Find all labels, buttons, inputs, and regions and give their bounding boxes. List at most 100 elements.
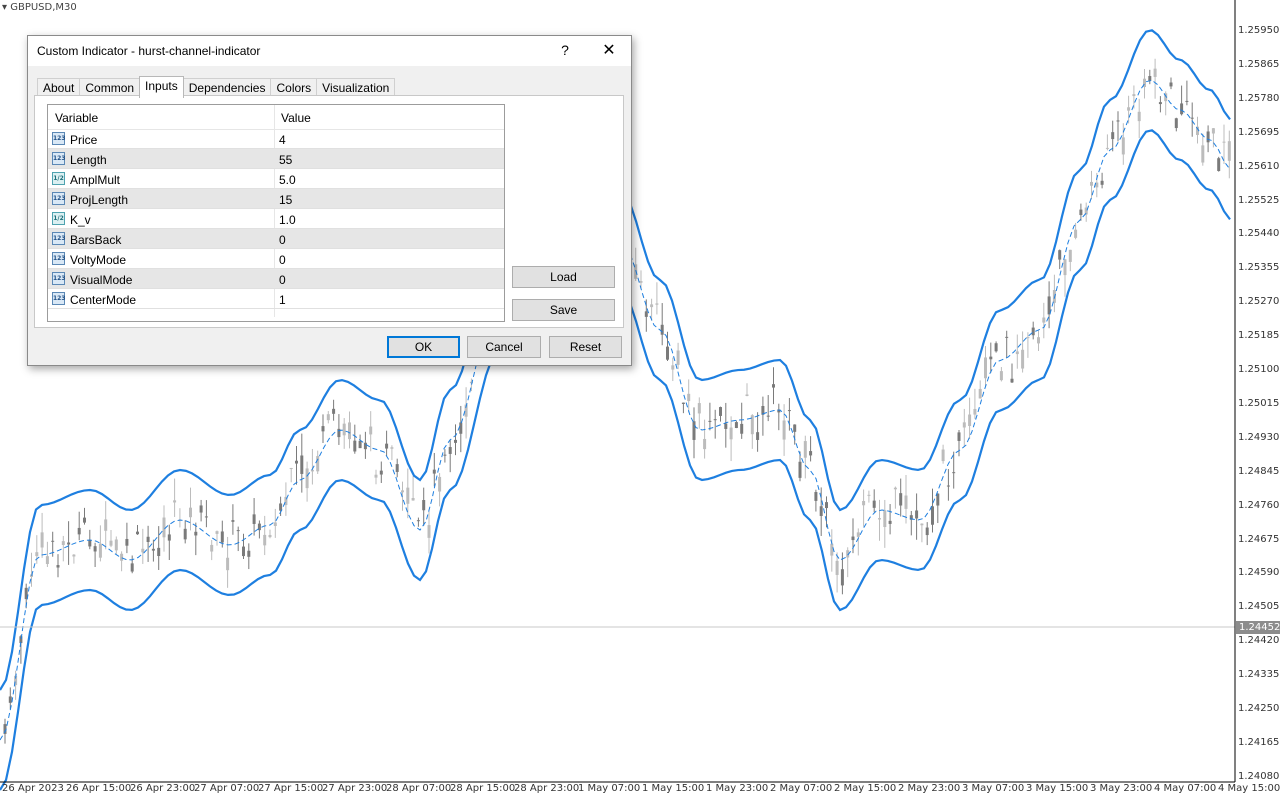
candle-body: [1100, 180, 1104, 185]
time-tick-label: 26 Apr 2023: [2, 783, 64, 794]
candle-body: [316, 456, 320, 472]
param-value[interactable]: 4: [279, 133, 286, 147]
reset-button[interactable]: Reset: [549, 336, 622, 358]
candle-body: [772, 384, 775, 388]
candle-body: [867, 494, 871, 496]
candle-body: [173, 500, 177, 503]
candle-body: [162, 517, 166, 538]
table-row[interactable]: 1/2 AmplMult 5.0: [48, 169, 504, 189]
candle-body: [734, 422, 738, 429]
double-icon: 1/2: [52, 172, 65, 185]
price-tick-label: 1.24845: [1238, 465, 1280, 477]
param-value[interactable]: 15: [279, 193, 292, 207]
price-tick-label: 1.24675: [1238, 533, 1280, 545]
candle-body: [1201, 145, 1205, 163]
candle-body: [416, 520, 420, 522]
param-value[interactable]: 55: [279, 153, 292, 167]
column-header-variable[interactable]: Variable: [55, 111, 98, 125]
close-icon[interactable]: ✕: [600, 40, 618, 60]
candle-body: [438, 476, 442, 492]
candle-body: [1217, 158, 1221, 172]
candle-body: [289, 467, 293, 469]
table-row[interactable]: 123 VisualMode 0: [48, 269, 504, 289]
save-button[interactable]: Save: [512, 299, 615, 321]
candle-body: [999, 371, 1003, 381]
column-header-value[interactable]: Value: [281, 111, 311, 125]
time-tick-label: 28 Apr 07:00: [386, 783, 452, 794]
table-row[interactable]: 1/2 K_v 1.0: [48, 209, 504, 229]
candle-body: [40, 532, 44, 548]
table-row[interactable]: 123 Length 55: [48, 149, 504, 169]
table-row[interactable]: 123 VoltyMode 0: [48, 249, 504, 269]
param-value[interactable]: 0: [279, 253, 286, 267]
price-tick-label: 1.24080: [1238, 770, 1280, 782]
symbol-label: ▾ GBPUSD,M30: [2, 2, 77, 13]
candle-body: [125, 538, 129, 546]
table-row[interactable]: 123 ProjLength 15: [48, 189, 504, 209]
price-tick-label: 1.25015: [1238, 397, 1280, 409]
load-button[interactable]: Load: [512, 266, 615, 288]
time-tick-label: 1 May 23:00: [706, 783, 769, 794]
candle-body: [1015, 351, 1019, 355]
param-value[interactable]: 5.0: [279, 173, 296, 187]
symbol-dropdown-icon[interactable]: ▾: [2, 2, 10, 13]
double-icon: 1/2: [52, 212, 65, 225]
candle-body: [130, 563, 134, 572]
candle-body: [157, 547, 161, 557]
candle-body: [305, 468, 309, 489]
table-row[interactable]: 123 CenterMode 1: [48, 289, 504, 309]
candle-body: [1174, 118, 1178, 129]
candle-body: [931, 506, 934, 525]
dialog-titlebar: Custom Indicator - hurst-channel-indicat…: [28, 36, 631, 66]
candle-body: [1063, 259, 1067, 276]
candle-body: [1153, 68, 1157, 77]
price-tick-label: 1.25100: [1238, 364, 1280, 375]
candle-body: [687, 393, 691, 402]
candle-body: [936, 493, 940, 506]
candle-body: [109, 540, 113, 546]
param-name: Price: [70, 133, 98, 147]
cancel-button[interactable]: Cancel: [467, 336, 541, 358]
table-row[interactable]: 123 BarsBack 0: [48, 229, 504, 249]
param-value[interactable]: 1.0: [279, 213, 296, 227]
int-icon: 123: [52, 272, 66, 285]
price-tick-label: 1.24250: [1238, 703, 1280, 714]
param-value[interactable]: 1: [279, 293, 286, 307]
candle-body: [899, 493, 903, 506]
ok-button[interactable]: OK: [387, 336, 460, 358]
candle-body: [215, 531, 219, 534]
candle-body: [1222, 141, 1226, 143]
candle-body: [973, 408, 977, 415]
candle-body: [35, 552, 39, 557]
candle-body: [369, 426, 373, 435]
candle-body: [385, 443, 389, 449]
help-icon[interactable]: ?: [558, 42, 572, 58]
candle-body: [1090, 181, 1093, 186]
time-tick-label: 2 May 23:00: [898, 783, 961, 794]
param-value[interactable]: 0: [279, 233, 286, 247]
tab-inputs[interactable]: Inputs: [139, 76, 184, 98]
param-name: ProjLength: [70, 193, 129, 207]
price-tick-label: 1.24420: [1238, 635, 1280, 647]
candle-body: [740, 423, 744, 434]
candle-body: [893, 487, 897, 490]
price-tick-label: 1.25865: [1238, 58, 1280, 70]
time-tick-label: 27 Apr 15:00: [258, 783, 324, 794]
candle-body: [978, 388, 982, 399]
candle-body: [1227, 141, 1231, 161]
candle-body: [946, 485, 950, 487]
candle-body: [835, 560, 839, 575]
time-tick-label: 2 May 07:00: [770, 783, 833, 794]
candle-body: [141, 548, 145, 553]
param-value[interactable]: 0: [279, 273, 286, 287]
table-row[interactable]: 123 Price 4: [48, 129, 504, 149]
time-tick-label: 28 Apr 15:00: [450, 783, 516, 794]
int-icon: 123: [52, 292, 66, 305]
candle-body: [151, 548, 155, 551]
param-name: CenterMode: [70, 293, 137, 307]
inputs-panel: Variable Value 123 Price 4 123 Length 55…: [34, 95, 624, 328]
candle-body: [427, 525, 431, 538]
candle-body: [56, 565, 60, 568]
param-name: Length: [70, 153, 107, 167]
candle-body: [114, 539, 118, 551]
